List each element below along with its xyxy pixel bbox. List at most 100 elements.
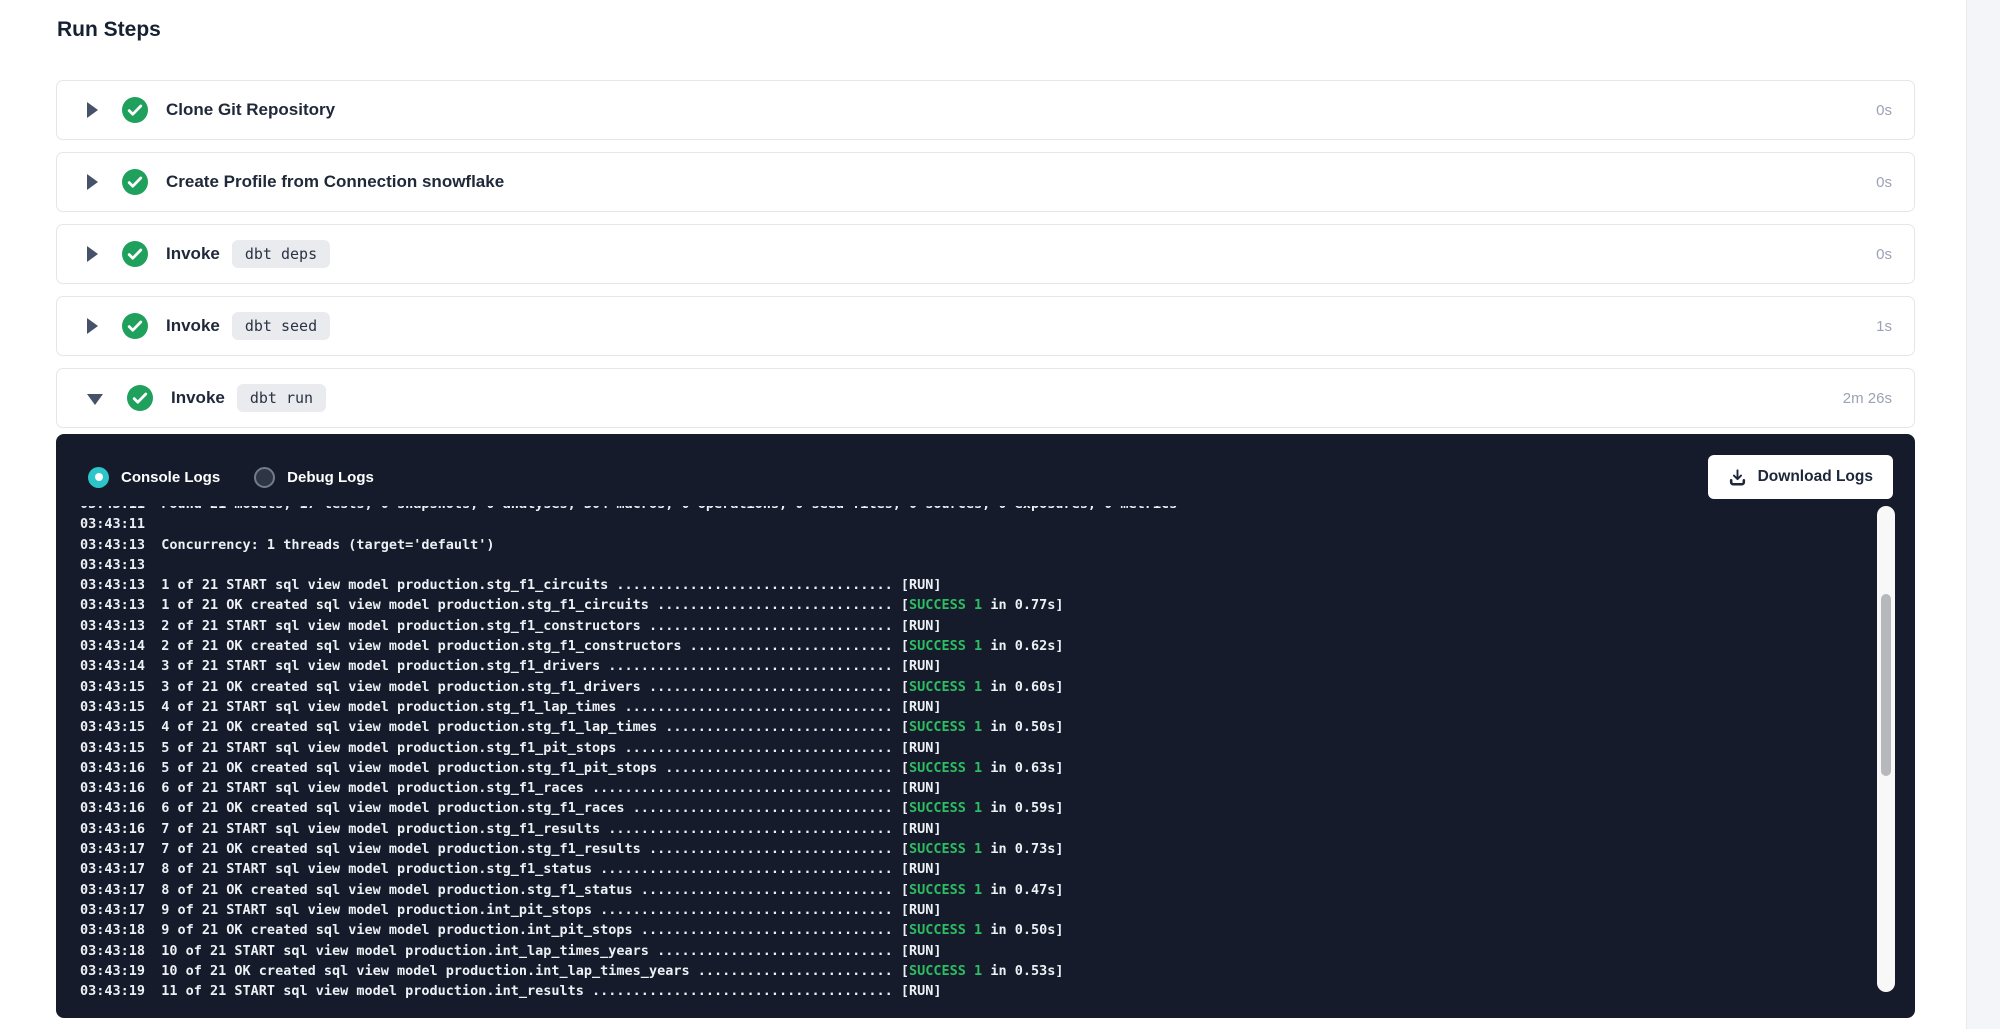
log-line-text: 03:43:17 8 of 21 OK created sql view mod… bbox=[80, 882, 909, 898]
log-line-success-text: SUCCESS 1 bbox=[909, 719, 982, 735]
log-line-text: 03:43:19 10 of 21 OK created sql view mo… bbox=[80, 963, 909, 979]
log-line-rest-text: in 0.47s] bbox=[982, 882, 1063, 898]
radio-icon[interactable] bbox=[254, 467, 275, 488]
log-panel-header: Console Logs Debug Logs Download Logs bbox=[56, 434, 1915, 506]
log-line: 03:43:15 5 of 21 START sql view model pr… bbox=[80, 738, 1869, 758]
radio-label: Debug Logs bbox=[287, 469, 374, 486]
log-line-text: 03:43:14 2 of 21 OK created sql view mod… bbox=[80, 638, 909, 654]
expand-caret-icon[interactable] bbox=[87, 318, 98, 334]
log-scrollbar-track[interactable] bbox=[1877, 506, 1895, 992]
step-duration: 0s bbox=[1876, 174, 1892, 191]
log-line: 03:43:16 6 of 21 OK created sql view mod… bbox=[80, 798, 1869, 818]
download-icon bbox=[1728, 468, 1747, 487]
log-line: 03:43:13 1 of 21 OK created sql view mod… bbox=[80, 595, 1869, 615]
success-check-icon bbox=[122, 313, 148, 339]
log-line-text: 03:43:13 bbox=[80, 557, 161, 573]
log-line-success-text: SUCCESS 1 bbox=[909, 963, 982, 979]
log-line-success-text: SUCCESS 1 bbox=[909, 679, 982, 695]
expand-caret-icon[interactable] bbox=[87, 174, 98, 190]
log-line-text: 03:43:13 1 of 21 OK created sql view mod… bbox=[80, 597, 909, 613]
download-logs-button[interactable]: Download Logs bbox=[1708, 455, 1893, 499]
log-line-success-text: SUCCESS 1 bbox=[909, 882, 982, 898]
log-line: 03:43:11 Found 21 models, 17 tests, 0 sn… bbox=[80, 506, 1869, 514]
run-step-row[interactable]: Clone Git Repository 0s bbox=[56, 80, 1915, 140]
log-line: 03:43:17 9 of 21 START sql view model pr… bbox=[80, 900, 1869, 920]
log-line-text: 03:43:17 8 of 21 START sql view model pr… bbox=[80, 861, 942, 877]
log-line-text: 03:43:13 2 of 21 START sql view model pr… bbox=[80, 618, 942, 634]
log-line: 03:43:13 1 of 21 START sql view model pr… bbox=[80, 575, 1869, 595]
log-scrollbar-thumb[interactable] bbox=[1881, 594, 1891, 776]
run-step-row[interactable]: Invoke dbt seed 1s bbox=[56, 296, 1915, 356]
log-line-text: 03:43:11 bbox=[80, 516, 161, 532]
log-line: 03:43:18 10 of 21 START sql view model p… bbox=[80, 941, 1869, 961]
log-line: 03:43:13 bbox=[80, 555, 1869, 575]
log-radio-group: Console Logs Debug Logs bbox=[88, 467, 408, 488]
log-line-rest-text: in 0.73s] bbox=[982, 841, 1063, 857]
log-line-success-text: SUCCESS 1 bbox=[909, 597, 982, 613]
step-label: Invoke bbox=[166, 244, 220, 264]
log-line: 03:43:17 8 of 21 OK created sql view mod… bbox=[80, 880, 1869, 900]
log-line-text: 03:43:18 10 of 21 START sql view model p… bbox=[80, 943, 942, 959]
log-line-text: 03:43:11 Found 21 models, 17 tests, 0 sn… bbox=[80, 506, 1177, 512]
log-line-success-text: SUCCESS 1 bbox=[909, 800, 982, 816]
log-line: 03:43:15 4 of 21 OK created sql view mod… bbox=[80, 717, 1869, 737]
expand-caret-icon[interactable] bbox=[87, 246, 98, 262]
log-line-text: 03:43:16 6 of 21 START sql view model pr… bbox=[80, 780, 942, 796]
run-step-row[interactable]: Create Profile from Connection snowflake… bbox=[56, 152, 1915, 212]
log-line-text: 03:43:13 1 of 21 START sql view model pr… bbox=[80, 577, 942, 593]
log-line: 03:43:16 6 of 21 START sql view model pr… bbox=[80, 778, 1869, 798]
log-line-rest-text: in 0.62s] bbox=[982, 638, 1063, 654]
page-background-strip bbox=[1966, 0, 2000, 1029]
step-duration: 2m 26s bbox=[1843, 390, 1892, 407]
log-line: 03:43:14 3 of 21 START sql view model pr… bbox=[80, 656, 1869, 676]
run-steps-list: Clone Git Repository 0s Create Profile f… bbox=[56, 80, 1915, 440]
log-line: 03:43:15 3 of 21 OK created sql view mod… bbox=[80, 677, 1869, 697]
success-check-icon bbox=[122, 169, 148, 195]
log-line: 03:43:19 10 of 21 OK created sql view mo… bbox=[80, 961, 1869, 981]
log-tab-radio[interactable]: Console Logs bbox=[88, 467, 220, 488]
log-line-text: 03:43:15 4 of 21 OK created sql view mod… bbox=[80, 719, 909, 735]
log-line-text: 03:43:16 7 of 21 START sql view model pr… bbox=[80, 821, 942, 837]
success-check-icon bbox=[122, 97, 148, 123]
log-line: 03:43:14 2 of 21 OK created sql view mod… bbox=[80, 636, 1869, 656]
log-line: 03:43:16 7 of 21 START sql view model pr… bbox=[80, 819, 1869, 839]
step-command-badge: dbt seed bbox=[232, 312, 330, 340]
expanded-step-log-panel: Console Logs Debug Logs Download Logs 03… bbox=[56, 434, 1915, 1018]
step-command-badge: dbt run bbox=[237, 384, 326, 412]
log-line: 03:43:13 Concurrency: 1 threads (target=… bbox=[80, 535, 1869, 555]
log-line-text: 03:43:14 3 of 21 START sql view model pr… bbox=[80, 658, 942, 674]
console-log-output: 03:43:11 Found 21 models, 17 tests, 0 sn… bbox=[80, 506, 1869, 1006]
log-line-rest-text: in 0.77s] bbox=[982, 597, 1063, 613]
step-duration: 1s bbox=[1876, 318, 1892, 335]
page-title: Run Steps bbox=[57, 18, 161, 42]
expand-caret-icon[interactable] bbox=[87, 394, 103, 405]
log-line-success-text: SUCCESS 1 bbox=[909, 841, 982, 857]
step-label: Create Profile from Connection snowflake bbox=[166, 172, 504, 192]
radio-icon[interactable] bbox=[88, 467, 109, 488]
log-line: 03:43:13 2 of 21 START sql view model pr… bbox=[80, 616, 1869, 636]
expand-caret-icon[interactable] bbox=[87, 102, 98, 118]
run-step-row[interactable]: Invoke dbt run 2m 26s bbox=[56, 368, 1915, 428]
success-check-icon bbox=[127, 385, 153, 411]
log-line-text: 03:43:15 4 of 21 START sql view model pr… bbox=[80, 699, 942, 715]
step-label: Invoke bbox=[171, 388, 225, 408]
log-line: 03:43:17 7 of 21 OK created sql view mod… bbox=[80, 839, 1869, 859]
log-line-text: 03:43:13 Concurrency: 1 threads (target=… bbox=[80, 537, 495, 553]
log-line-text: 03:43:15 5 of 21 START sql view model pr… bbox=[80, 740, 942, 756]
log-line: 03:43:11 bbox=[80, 514, 1869, 534]
run-step-row[interactable]: Invoke dbt deps 0s bbox=[56, 224, 1915, 284]
log-line-text: 03:43:19 11 of 21 START sql view model p… bbox=[80, 983, 942, 999]
log-line-text: 03:43:16 5 of 21 OK created sql view mod… bbox=[80, 760, 909, 776]
radio-label: Console Logs bbox=[121, 469, 220, 486]
log-line: 03:43:15 4 of 21 START sql view model pr… bbox=[80, 697, 1869, 717]
log-line-success-text: SUCCESS 1 bbox=[909, 922, 982, 938]
log-line-rest-text: in 0.50s] bbox=[982, 719, 1063, 735]
log-line-rest-text: in 0.50s] bbox=[982, 922, 1063, 938]
download-logs-label: Download Logs bbox=[1758, 468, 1873, 486]
log-line-text: 03:43:16 6 of 21 OK created sql view mod… bbox=[80, 800, 909, 816]
log-tab-radio[interactable]: Debug Logs bbox=[254, 467, 374, 488]
step-duration: 0s bbox=[1876, 102, 1892, 119]
step-duration: 0s bbox=[1876, 246, 1892, 263]
log-line-text: 03:43:15 3 of 21 OK created sql view mod… bbox=[80, 679, 909, 695]
step-label: Invoke bbox=[166, 316, 220, 336]
